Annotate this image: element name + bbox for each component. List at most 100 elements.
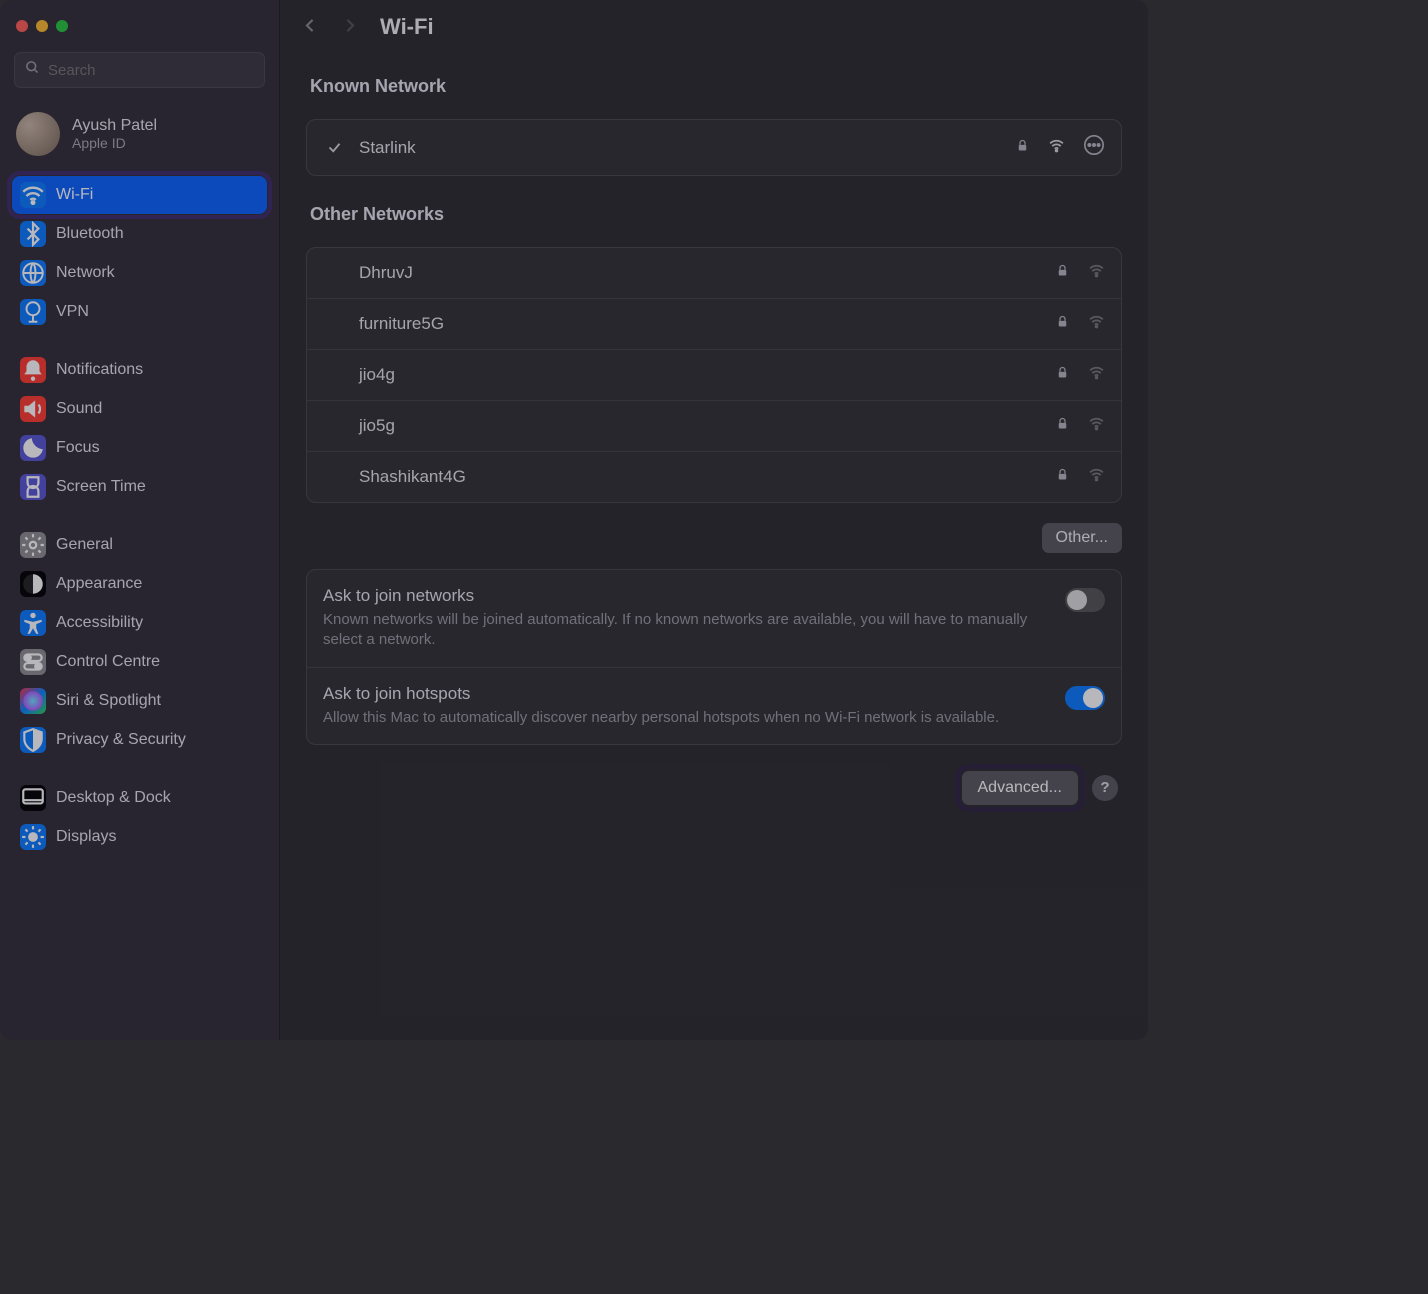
advanced-button[interactable]: Advanced... (962, 771, 1079, 805)
wifi-signal-icon (1088, 364, 1105, 386)
zoom-window-button[interactable] (56, 20, 68, 32)
search-input[interactable] (48, 62, 254, 79)
sidebar-item-label: Siri & Spotlight (56, 692, 161, 710)
sidebar-item-label: Displays (56, 828, 116, 846)
sidebar-item-label: Network (56, 264, 115, 282)
network-trailing (1055, 262, 1105, 284)
sidebar-item-label: Notifications (56, 361, 143, 379)
avatar (16, 112, 60, 156)
wifi-icon (20, 182, 46, 208)
network-row[interactable]: Starlink (307, 120, 1121, 175)
sidebar-item-label: Privacy & Security (56, 731, 186, 749)
back-button[interactable] (302, 14, 319, 40)
user-subtitle: Apple ID (72, 135, 157, 151)
network-name: Starlink (359, 138, 1001, 158)
sidebar-item-label: Appearance (56, 575, 142, 593)
general-icon (20, 532, 46, 558)
sidebar-item-label: Bluetooth (56, 225, 124, 243)
sidebar-item-label: Wi-Fi (56, 186, 93, 204)
settings-panel: Ask to join networks Known networks will … (306, 569, 1122, 745)
sidebar-item-label: Sound (56, 400, 102, 418)
network-row[interactable]: DhruvJ (307, 248, 1121, 299)
network-row[interactable]: Shashikant4G (307, 452, 1121, 502)
lock-icon (1055, 467, 1070, 487)
sidebar-item-appearance[interactable]: Appearance (12, 565, 267, 603)
sidebar-item-bluetooth[interactable]: Bluetooth (12, 215, 267, 253)
minimize-window-button[interactable] (36, 20, 48, 32)
sidebar-item-label: Control Centre (56, 653, 160, 671)
controlcentre-icon (20, 649, 46, 675)
checkmark-icon (323, 140, 345, 155)
wifi-signal-icon (1088, 262, 1105, 284)
focus-icon (20, 435, 46, 461)
displays-icon (20, 824, 46, 850)
network-row[interactable]: jio4g (307, 350, 1121, 401)
sidebar-item-desktop[interactable]: Desktop & Dock (12, 779, 267, 817)
sidebar-item-network[interactable]: Network (12, 254, 267, 292)
sidebar-item-general[interactable]: General (12, 526, 267, 564)
sidebar-item-vpn[interactable]: VPN (12, 293, 267, 331)
privacy-icon (20, 727, 46, 753)
setting-row: Ask to join networks Known networks will … (307, 570, 1121, 668)
network-name: jio5g (359, 416, 1041, 436)
lock-icon (1055, 365, 1070, 385)
sidebar-item-privacy[interactable]: Privacy & Security (12, 721, 267, 759)
sidebar-item-wifi[interactable]: Wi-Fi (12, 176, 267, 214)
setting-description: Known networks will be joined automatica… (323, 610, 1049, 651)
vpn-icon (20, 299, 46, 325)
network-trailing (1055, 466, 1105, 488)
wifi-signal-icon (1088, 415, 1105, 437)
network-name: furniture5G (359, 314, 1041, 334)
sidebar-item-label: Desktop & Dock (56, 789, 171, 807)
sidebar-item-siri[interactable]: Siri & Spotlight (12, 682, 267, 720)
known-network-panel: Starlink (306, 119, 1122, 176)
network-trailing (1015, 134, 1105, 161)
notifications-icon (20, 357, 46, 383)
lock-icon (1015, 138, 1030, 158)
network-row[interactable]: furniture5G (307, 299, 1121, 350)
sidebar-item-accessibility[interactable]: Accessibility (12, 604, 267, 642)
other-networks-panel: DhruvJ furniture5G jio4g jio5g Shashikant4G (306, 247, 1122, 503)
known-network-heading: Known Network (306, 64, 1122, 103)
network-name: Shashikant4G (359, 467, 1041, 487)
network-icon (20, 260, 46, 286)
network-name: jio4g (359, 365, 1041, 385)
sidebar-item-sound[interactable]: Sound (12, 390, 267, 428)
header: Wi-Fi (280, 0, 1148, 54)
sidebar-item-displays[interactable]: Displays (12, 818, 267, 856)
sidebar-item-screentime[interactable]: Screen Time (12, 468, 267, 506)
help-button[interactable]: ? (1092, 775, 1118, 801)
lock-icon (1055, 416, 1070, 436)
nav-list: Wi-Fi Bluetooth Network VPN Notifications Sou… (10, 176, 269, 856)
network-trailing (1055, 313, 1105, 335)
sidebar-item-notifications[interactable]: Notifications (12, 351, 267, 389)
other-network-button[interactable]: Other... (1042, 523, 1122, 553)
desktop-icon (20, 785, 46, 811)
lock-icon (1055, 314, 1070, 334)
user-account-row[interactable]: Ayush Patel Apple ID (10, 106, 269, 172)
toggle-switch[interactable] (1065, 686, 1105, 710)
sidebar-item-label: Screen Time (56, 478, 146, 496)
main-pane: Wi-Fi Known Network Starlink Other Netwo… (280, 0, 1148, 1040)
window-controls (10, 14, 269, 48)
siri-icon (20, 688, 46, 714)
setting-title: Ask to join networks (323, 586, 1049, 606)
search-field-wrapper[interactable] (14, 52, 265, 88)
wifi-signal-icon (1088, 313, 1105, 335)
sidebar-item-label: Focus (56, 439, 100, 457)
user-name: Ayush Patel (72, 117, 157, 135)
setting-row: Ask to join hotspotsAllow this Mac to au… (307, 668, 1121, 744)
more-options-button[interactable] (1083, 134, 1105, 161)
sidebar-item-label: General (56, 536, 113, 554)
wifi-signal-icon (1088, 466, 1105, 488)
sidebar-item-focus[interactable]: Focus (12, 429, 267, 467)
close-window-button[interactable] (16, 20, 28, 32)
toggle-switch[interactable] (1065, 588, 1105, 612)
appearance-icon (20, 571, 46, 597)
network-row[interactable]: jio5g (307, 401, 1121, 452)
forward-button[interactable] (341, 14, 358, 40)
sidebar-item-controlcentre[interactable]: Control Centre (12, 643, 267, 681)
sidebar-item-label: Accessibility (56, 614, 143, 632)
sound-icon (20, 396, 46, 422)
search-icon (25, 60, 40, 80)
